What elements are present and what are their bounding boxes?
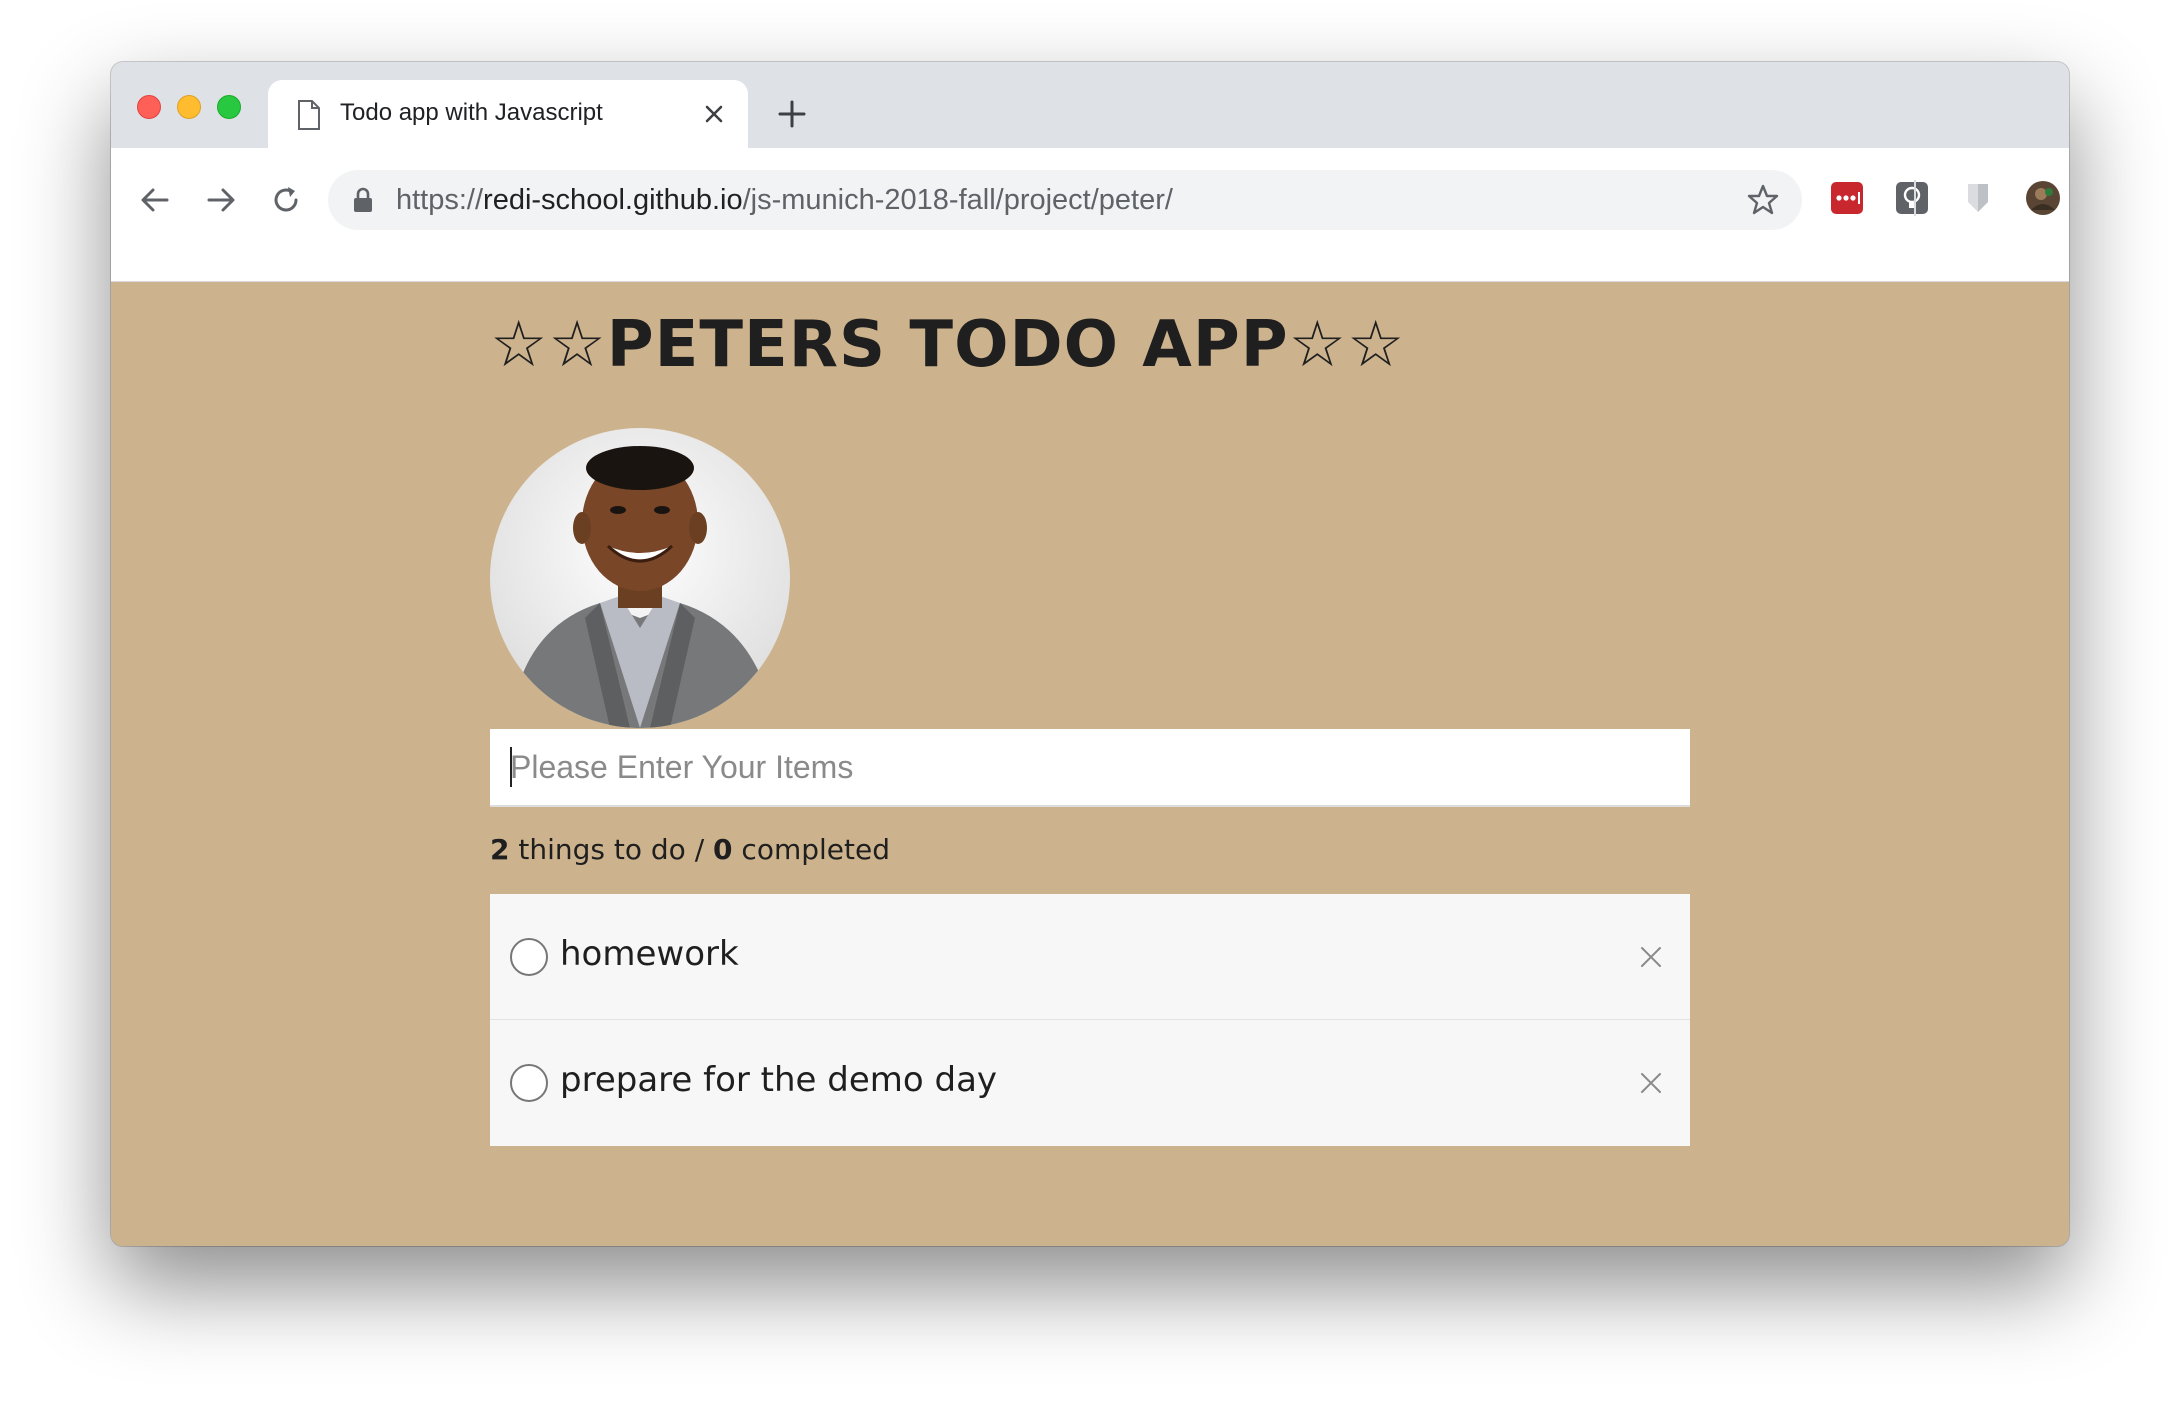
- tab-strip: Todo app with Javascript: [111, 62, 2069, 148]
- unused: [1941, 180, 1977, 216]
- person-portrait-icon: [490, 428, 790, 728]
- complete-checkbox[interactable]: [510, 938, 548, 976]
- profile-avatar-icon[interactable]: [2025, 180, 2061, 216]
- todo-count: 2: [490, 833, 510, 866]
- completed-count: 0: [713, 833, 733, 866]
- delete-icon[interactable]: [1638, 1070, 1664, 1096]
- address-bar[interactable]: https://redi-school.github.io/js-munich-…: [328, 170, 1802, 230]
- delete-icon[interactable]: [1638, 944, 1664, 970]
- close-window-button[interactable]: [137, 95, 161, 119]
- todo-input[interactable]: [490, 729, 1690, 807]
- forward-arrow-icon[interactable]: [203, 182, 239, 218]
- toolbar-separator: [1914, 180, 1916, 216]
- app-title: ☆☆PETERS TODO APP☆☆: [490, 308, 1406, 382]
- todo-item-text[interactable]: prepare for the demo day: [560, 1060, 997, 1100]
- browser-tab[interactable]: Todo app with Javascript: [268, 80, 748, 148]
- todo-item: prepare for the demo day: [490, 1020, 1690, 1146]
- close-tab-icon[interactable]: [700, 100, 728, 128]
- maximize-window-button[interactable]: [217, 95, 241, 119]
- lastpass-extension-icon[interactable]: [1829, 180, 1865, 216]
- todo-item-text[interactable]: homework: [560, 934, 739, 974]
- bookmark-star-icon[interactable]: [1746, 183, 1780, 217]
- completed-count-label: completed: [732, 833, 890, 866]
- lightbulb-extension-icon[interactable]: [1894, 180, 1930, 216]
- complete-checkbox[interactable]: [510, 1064, 548, 1102]
- browser-toolbar: https://redi-school.github.io/js-munich-…: [111, 148, 2069, 282]
- todo-item: homework: [490, 894, 1690, 1020]
- tab-title: Todo app with Javascript: [340, 99, 603, 126]
- browser-window: Todo app with Javascript https://redi-sc…: [111, 62, 2069, 1246]
- todo-app: ☆☆PETERS TODO APP☆☆ Please Enter Your It…: [490, 282, 1690, 1246]
- url-text: https://redi-school.github.io/js-munich-…: [396, 184, 1173, 216]
- minimize-window-button[interactable]: [177, 95, 201, 119]
- text-caret: [510, 747, 512, 787]
- lock-icon: [354, 187, 372, 212]
- todo-stats: 2 things to do / 0 completed: [490, 833, 890, 866]
- reload-icon[interactable]: [268, 182, 304, 218]
- page-content: ☆☆PETERS TODO APP☆☆ Please Enter Your It…: [111, 282, 2069, 1246]
- document-icon: [298, 100, 320, 130]
- profile-photo: [490, 428, 790, 728]
- todo-list: homework prepare for the demo day: [490, 894, 1690, 1146]
- back-arrow-icon[interactable]: [137, 182, 173, 218]
- new-tab-icon[interactable]: [776, 98, 808, 130]
- todo-count-label: things to do /: [509, 833, 714, 866]
